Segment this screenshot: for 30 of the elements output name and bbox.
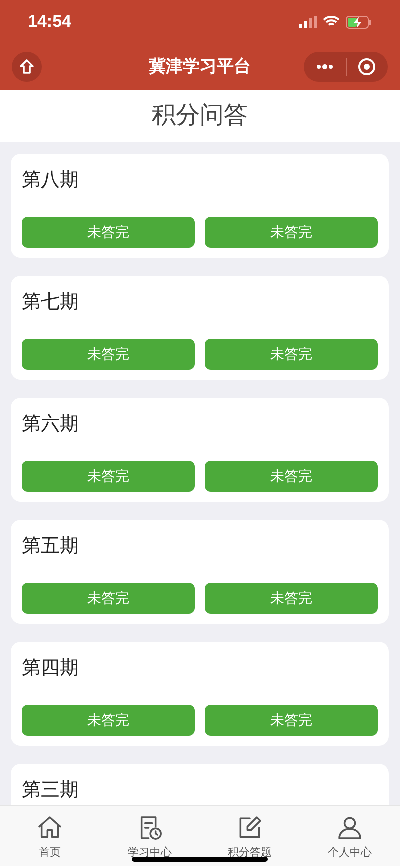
status-button[interactable]: 未答完 [22,217,195,248]
signal-icon [299,16,317,28]
target-icon [358,58,376,76]
person-icon [336,814,364,842]
status-button[interactable]: 未答完 [22,339,195,370]
issue-title: 第四期 [22,657,80,681]
status-button[interactable]: 未答完 [205,705,378,736]
status-time: 14:54 [28,11,72,34]
status-button[interactable]: 未答完 [22,583,195,614]
home-button[interactable] [12,52,42,82]
issue-title: 第八期 [22,169,80,193]
more-icon [316,64,334,70]
issue-title: 第六期 [22,413,80,437]
status-button[interactable]: 未答完 [205,339,378,370]
battery-charging-icon [346,16,372,28]
status-button[interactable]: 未答完 [205,461,378,492]
tab-item[interactable]: 个人中心 [300,806,400,866]
issue-title: 第七期 [22,291,80,315]
status-button[interactable]: 未答完 [205,217,378,248]
tab-item[interactable]: 学习中心 [100,806,200,866]
tab-item[interactable]: 积分答题 [200,806,300,866]
issue-title: 第三期 [22,779,80,803]
status-button[interactable]: 未答完 [22,461,195,492]
nav-title: 冀津学习平台 [149,56,251,78]
status-button[interactable]: 未答完 [205,583,378,614]
status-button[interactable]: 未答完 [22,705,195,736]
tab-item[interactable]: 首页 [0,806,100,866]
page-title: 积分问答 [152,101,248,131]
wifi-icon [323,16,340,28]
issue-title: 第五期 [22,535,80,559]
